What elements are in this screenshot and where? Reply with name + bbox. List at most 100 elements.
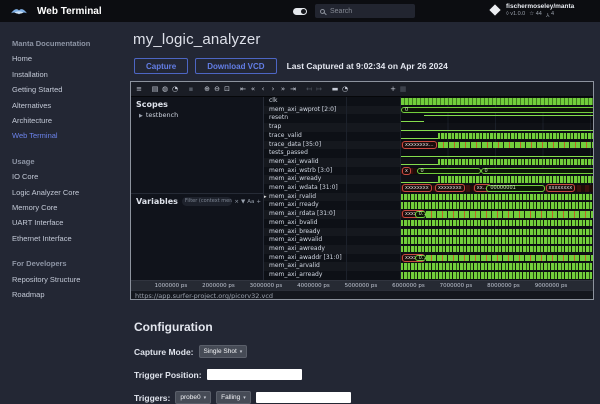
signal-name-resetn[interactable]: resetn — [264, 114, 346, 123]
wave-segment: xxxxxxxx — [434, 185, 473, 192]
signal-name-trap[interactable]: trap — [264, 123, 346, 132]
clear-filter-icon[interactable]: × — [234, 199, 239, 205]
timeline-bar[interactable]: 1000000 ps2000000 ps3000000 ps4000000 ps… — [131, 280, 594, 290]
wave-segment: 0 — [417, 168, 481, 175]
search-input[interactable]: Search — [315, 4, 415, 18]
wave-segment — [401, 98, 594, 105]
go-to-end-icon[interactable]: ⇥ — [288, 82, 298, 97]
wave-segment: xxxxxxxx — [401, 185, 434, 192]
toggle-menu-icon[interactable]: ▬ — [330, 82, 340, 97]
sidebar-item-installation[interactable]: Installation — [12, 67, 124, 82]
trigger-position-row: Trigger Position: — [134, 369, 600, 380]
scopes-panel: Scopes ▶testbench Variables Filter (cont… — [131, 97, 264, 280]
timeline-tick-label: 2000000 ps — [202, 283, 235, 289]
signal-name-mem-axi-wdata-31-0[interactable]: mem_axi_wdata [31:0] — [264, 184, 346, 193]
trigger-probe-select[interactable]: probe0▾ — [175, 391, 211, 404]
signal-name-tests-passed[interactable]: tests_passed — [264, 149, 346, 158]
reload-icon[interactable]: ◔ — [170, 82, 180, 97]
sidebar-item-web-terminal[interactable]: Web Terminal — [12, 128, 124, 143]
wave-row: 0 — [401, 106, 594, 115]
download-vcd-button[interactable]: Download VCD — [195, 58, 276, 74]
triggers-row: Triggers: probe0▾ Falling▾ — [134, 391, 600, 404]
capture-mode-label: Capture Mode: — [134, 347, 194, 357]
grid-view-icon[interactable]: ▦ — [398, 82, 408, 97]
wave-row — [401, 132, 594, 141]
main-content: my_logic_analyzer Capture Download VCD L… — [128, 22, 600, 400]
wave-canvas[interactable]: 0xxxxxxxx…x00xxxxxxxxxxxxxxxxxx…00000001… — [401, 97, 594, 280]
step-forward-icon[interactable]: › — [268, 82, 278, 97]
action-row: Capture Download VCD Last Captured at 9:… — [134, 58, 600, 74]
add-signal-icon[interactable]: + — [388, 82, 398, 97]
sidebar-item-logic-analyzer-core[interactable]: Logic Analyzer Core — [12, 185, 124, 200]
sidebar-item-ethernet-interface[interactable]: Ethernet Interface — [12, 231, 124, 246]
signal-name-mem-axi-wready[interactable]: mem_axi_wready — [264, 175, 346, 184]
sidebar-item-home[interactable]: Home — [12, 51, 124, 66]
trigger-position-input[interactable] — [207, 369, 302, 380]
repo-link[interactable]: fischermoseley/manta ◊ v1.0.0 ☆ 44 Y 4 — [489, 3, 574, 17]
fast-backward-icon[interactable]: « — [248, 82, 258, 97]
time-indicator-icon[interactable]: ◔ — [340, 82, 350, 97]
zoom-out-icon[interactable]: ⊖ — [212, 82, 222, 97]
signal-name-mem-axi-wvalid[interactable]: mem_axi_wvalid — [264, 158, 346, 167]
capture-button[interactable]: Capture — [134, 58, 188, 74]
timeline-tick-label: 7000000 ps — [440, 283, 473, 289]
signal-name-mem-axi-wstrb-3-0[interactable]: mem_axi_wstrb [3:0] — [264, 167, 346, 176]
sidebar-item-repository-structure[interactable]: Repository Structure — [12, 272, 124, 287]
sidebar-section-title: Manta Documentation — [12, 36, 124, 51]
signal-name-mem-axi-bvalid[interactable]: mem_axi_bvalid — [264, 219, 346, 228]
wave-row — [401, 158, 594, 167]
signal-name-mem-axi-awaddr-31-0[interactable]: mem_axi_awaddr [31:0] — [264, 254, 346, 263]
signal-name-clk[interactable]: clk — [264, 97, 346, 106]
sidebar-item-architecture[interactable]: Architecture — [12, 113, 124, 128]
wave-segment — [401, 263, 594, 270]
previous-edge-icon[interactable]: ↤ — [304, 82, 314, 97]
step-back-icon[interactable]: ‹ — [258, 82, 268, 97]
signal-name-mem-axi-awprot-2-0[interactable]: mem_axi_awprot [2:0] — [264, 106, 346, 115]
signal-name-mem-axi-rdata-31-0[interactable]: mem_axi_rdata [31:0] — [264, 210, 346, 219]
stop-icon[interactable]: ▪ — [186, 82, 196, 97]
signal-name-mem-axi-awvalid[interactable]: mem_axi_awvalid — [264, 236, 346, 245]
wave-row — [401, 175, 594, 184]
wave-segment: xxxxxxxx — [545, 185, 594, 192]
scope-item-testbench[interactable]: ▶testbench — [131, 111, 263, 119]
trigger-edge-select[interactable]: Falling▾ — [216, 391, 251, 404]
wave-row — [401, 236, 594, 245]
signal-name-trace-data-35-0[interactable]: trace_data [35:0] — [264, 141, 346, 150]
zoom-fit-icon[interactable]: ⊡ — [222, 82, 232, 97]
signal-name-mem-axi-arvalid[interactable]: mem_axi_arvalid — [264, 262, 346, 271]
wave-segment — [401, 229, 594, 236]
signal-name-mem-axi-awready[interactable]: mem_axi_awready — [264, 245, 346, 254]
add-variable-icon[interactable]: + — [256, 199, 261, 205]
trigger-value-input[interactable] — [256, 392, 351, 403]
sidebar-item-memory-core[interactable]: Memory Core — [12, 200, 124, 215]
signal-name-mem-axi-arready[interactable]: mem_axi_arready — [264, 271, 346, 280]
configuration-title: Configuration — [134, 320, 600, 334]
fast-forward-icon[interactable]: » — [278, 82, 288, 97]
sidebar-item-getting-started[interactable]: Getting Started — [12, 82, 124, 97]
sidebar-item-roadmap[interactable]: Roadmap — [12, 287, 124, 302]
zoom-in-icon[interactable]: ⊕ — [202, 82, 212, 97]
menu-icon[interactable]: ≡ — [134, 82, 144, 97]
wave-segment: 0 — [401, 107, 594, 114]
signal-name-trace-valid[interactable]: trace_valid — [264, 132, 346, 141]
timeline-tick-label: 4000000 ps — [297, 283, 330, 289]
match-case-icon[interactable]: Aa — [247, 199, 254, 205]
sidebar-item-io-core[interactable]: IO Core — [12, 169, 124, 184]
wave-row — [401, 245, 594, 254]
signal-name-mem-axi-rvalid[interactable]: ▸mem_axi_rvalid — [264, 193, 346, 202]
signal-name-mem-axi-rready[interactable]: mem_axi_rready — [264, 201, 346, 210]
go-to-start-icon[interactable]: ⇤ — [238, 82, 248, 97]
next-edge-icon[interactable]: ↦ — [314, 82, 324, 97]
variables-filter-input[interactable]: Filter (context men — [182, 197, 233, 206]
sidebar-item-uart-interface[interactable]: UART Interface — [12, 215, 124, 230]
page-title: my_logic_analyzer — [133, 31, 600, 48]
capture-mode-select[interactable]: Single Shot▾ — [199, 345, 248, 358]
theme-toggle[interactable] — [293, 8, 307, 15]
wave-row — [401, 114, 594, 123]
top-header: Web Terminal Search fischermoseley/manta… — [0, 0, 600, 22]
open-file-icon[interactable]: ▤ — [150, 82, 160, 97]
sidebar-item-alternatives[interactable]: Alternatives — [12, 98, 124, 113]
load-url-icon[interactable]: ◍ — [160, 82, 170, 97]
signal-name-mem-axi-bready[interactable]: mem_axi_bready — [264, 228, 346, 237]
filter-menu-icon[interactable]: ▼ — [241, 199, 245, 205]
